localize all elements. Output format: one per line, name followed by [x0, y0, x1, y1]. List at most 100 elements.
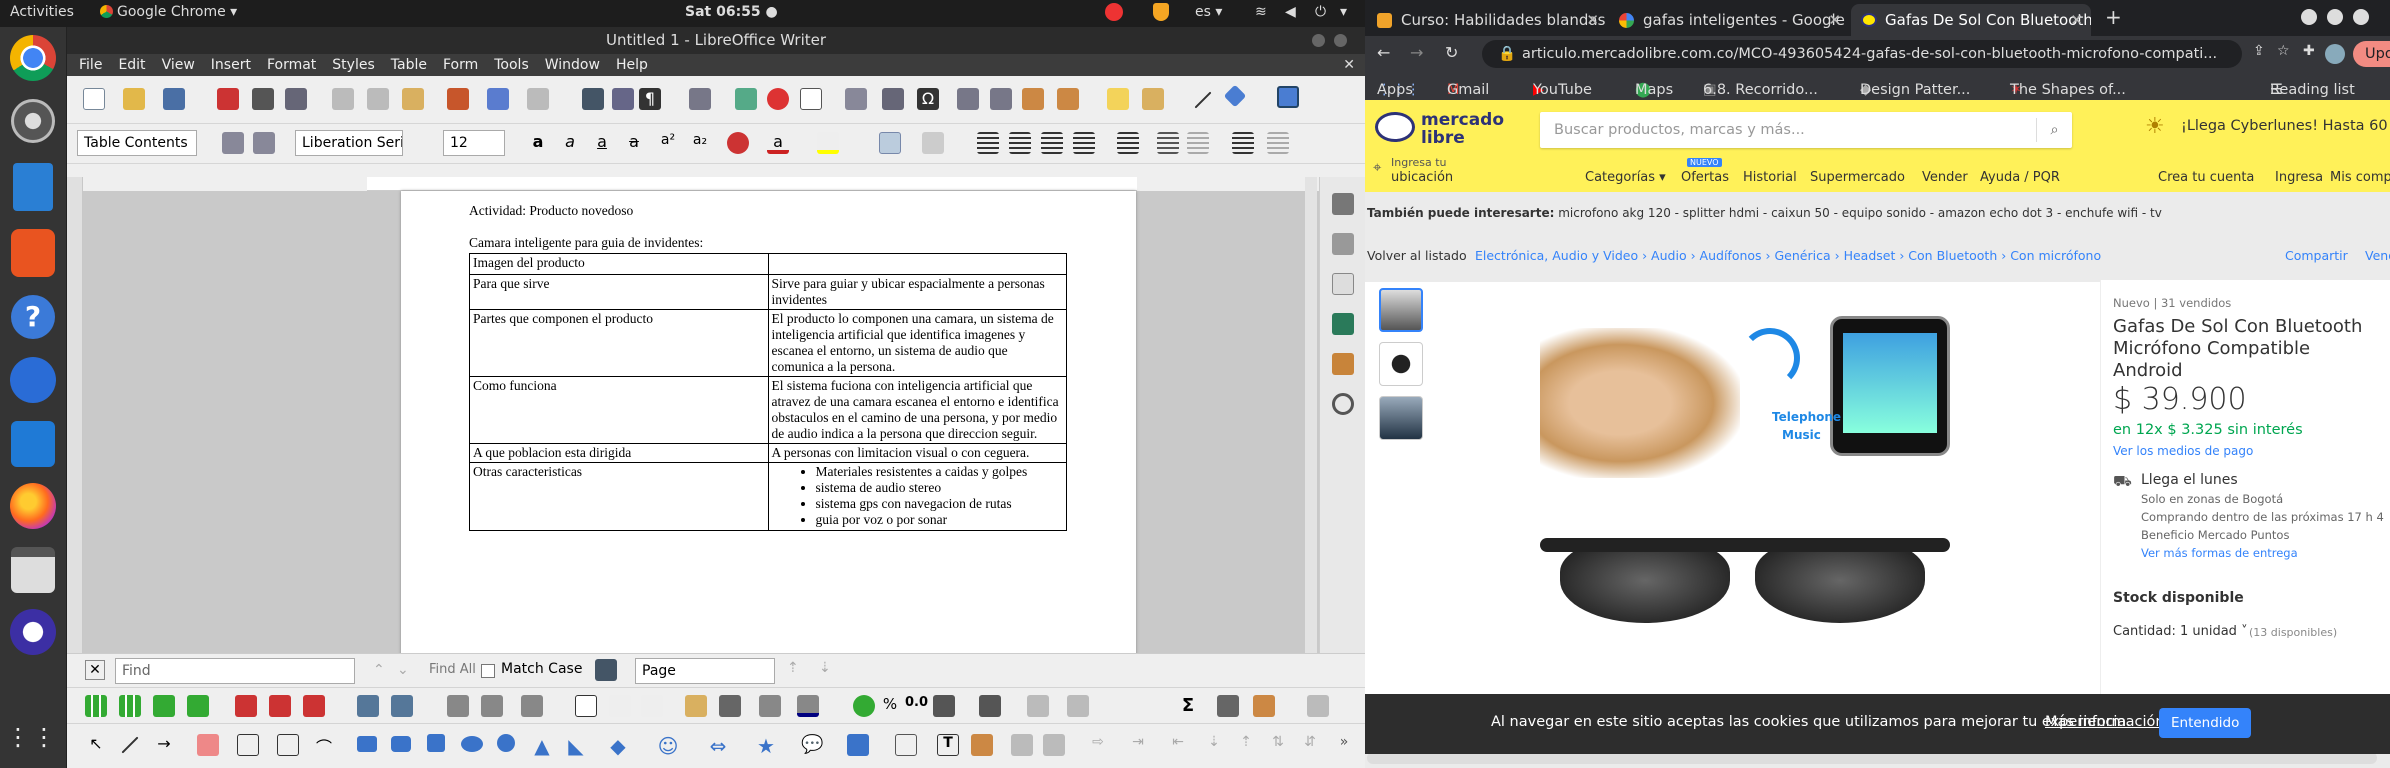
superscript-icon[interactable]: a² [657, 132, 679, 154]
shield-icon[interactable] [1153, 3, 1169, 21]
menu-file[interactable]: File [79, 57, 102, 73]
stars-icon[interactable]: ★ [755, 734, 777, 758]
align-bottom-icon[interactable] [641, 695, 663, 717]
font-size-select[interactable]: 12 [443, 130, 505, 156]
print-preview-icon[interactable] [285, 88, 307, 110]
forward-icon[interactable]: → [1410, 43, 1423, 62]
border-style-icon[interactable] [719, 695, 741, 717]
firefox-icon[interactable] [10, 483, 56, 529]
clear-formatting-icon[interactable] [727, 132, 749, 154]
close-find-icon[interactable]: ✕ [85, 660, 105, 680]
cross-ref-icon[interactable] [1057, 88, 1079, 110]
search-input[interactable]: Buscar productos, marcas y más... ⌕ [1540, 112, 2072, 148]
right-triangle-icon[interactable]: ◣ [565, 734, 587, 758]
number-format-currency-icon[interactable] [853, 695, 875, 717]
increase-paragraph-spacing-icon[interactable] [1157, 132, 1179, 154]
strikethrough-icon[interactable]: a [623, 132, 645, 154]
location-label[interactable]: Ingresa tu [1391, 156, 1447, 169]
callout-shapes-icon[interactable] [895, 734, 917, 756]
polygon-icon[interactable] [277, 734, 299, 756]
cookie-accept-button[interactable]: Entendido [2159, 708, 2252, 738]
insert-image-icon[interactable] [735, 88, 757, 110]
copy-icon[interactable] [367, 88, 389, 110]
writer-dock-icon[interactable] [13, 163, 53, 211]
nav-ofertas[interactable]: Ofertas [1681, 170, 1729, 185]
more-tools-icon[interactable]: » [1333, 734, 1355, 756]
special-char-icon[interactable]: Ω [917, 88, 939, 110]
close-tab-icon[interactable]: ✕ [1586, 4, 1599, 36]
menu-view[interactable]: View [162, 57, 195, 73]
window-maximize-icon[interactable] [2327, 9, 2343, 25]
percent-icon[interactable]: % [879, 695, 901, 717]
interest-links[interactable]: microfono akg 120 - splitter hdmi - caix… [1558, 206, 2162, 220]
page-break-icon[interactable] [845, 88, 867, 110]
search-scope-select[interactable]: Page [635, 658, 775, 684]
redo-icon[interactable] [527, 88, 549, 110]
print-icon[interactable] [252, 88, 274, 110]
callouts-icon[interactable]: 💬 [801, 734, 823, 756]
styles-icon[interactable] [1332, 273, 1354, 295]
new-doc-icon[interactable] [83, 88, 105, 110]
files-icon[interactable] [11, 547, 55, 593]
pilcrow-icon[interactable]: ¶ [639, 88, 661, 110]
spelling-icon[interactable] [612, 88, 634, 110]
align-left-icon[interactable] [977, 132, 999, 154]
language-indicator[interactable]: es ▾ [1195, 4, 1222, 20]
subscript-icon[interactable]: a₂ [689, 132, 711, 154]
match-case-checkbox[interactable] [481, 664, 495, 678]
merge-cells-icon[interactable] [447, 695, 469, 717]
select-table-icon[interactable] [357, 695, 379, 717]
bring-front-icon[interactable]: ⇣ [1203, 734, 1225, 756]
optimize-size-icon[interactable] [979, 695, 1001, 717]
nav-vender[interactable]: Vender [1922, 170, 1968, 185]
window-minimize-icon[interactable] [2301, 9, 2317, 25]
align-objects-icon[interactable]: ⇥ [1127, 734, 1149, 756]
menu-form[interactable]: Form [443, 57, 478, 73]
autoformat-icon[interactable] [1027, 695, 1049, 717]
promo-banner[interactable]: ¡Llega Cyberlunes! Hasta 60 [2181, 118, 2388, 134]
vscode-icon[interactable] [11, 421, 55, 467]
sort-icon[interactable] [1067, 695, 1089, 717]
undo-icon[interactable] [487, 88, 509, 110]
update-style-icon[interactable] [222, 132, 244, 154]
tab-curso[interactable]: Curso: Habilidades blandas ✕ [1367, 4, 1607, 36]
share-link[interactable]: Compartir [2285, 248, 2348, 263]
bookmark-icon[interactable] [1022, 88, 1044, 110]
no-entry-icon[interactable] [1105, 3, 1123, 21]
send-back-icon[interactable]: ⇡ [1235, 734, 1257, 756]
back-to-list-link[interactable]: Volver al listado [1367, 248, 1467, 263]
vertical-scrollbar[interactable] [1305, 177, 1317, 657]
cookie-more-link[interactable]: Más información. [2045, 714, 2169, 730]
track-changes-icon[interactable] [1142, 88, 1164, 110]
table-cell[interactable]: El producto lo componen una camara, un s… [767, 309, 1067, 377]
back-icon[interactable]: ← [1377, 43, 1390, 62]
table-cell[interactable]: Como funciona [469, 376, 769, 444]
font-color-icon[interactable]: a [767, 132, 789, 154]
triangle-icon[interactable]: ▲ [531, 734, 553, 758]
italic-icon[interactable]: a [559, 132, 581, 154]
insert-rows-below-icon[interactable] [119, 695, 141, 717]
area-color-icon[interactable] [797, 695, 819, 717]
table-cell[interactable]: Sirve para guiar y ubicar espacialmente … [767, 274, 1067, 310]
insert-table-icon[interactable] [689, 88, 711, 110]
select-cell-icon[interactable] [391, 695, 413, 717]
window-close-icon[interactable] [2353, 9, 2369, 25]
table-cell[interactable] [767, 253, 1067, 275]
payment-methods-link[interactable]: Ver los medios de pago [2113, 444, 2253, 458]
compass-icon[interactable] [1332, 393, 1354, 415]
arrow-line-icon[interactable]: → [153, 734, 175, 756]
tab-mercadolibre[interactable]: Gafas De Sol Con Bluetooth ✕ [1851, 4, 2091, 36]
draw-functions-icon[interactable] [1277, 86, 1299, 108]
line-spacing-icon[interactable] [1117, 132, 1139, 154]
flowchart-icon[interactable] [847, 734, 869, 756]
align-right-icon[interactable] [1041, 132, 1063, 154]
create-account-link[interactable]: Crea tu cuenta [2158, 170, 2254, 185]
page-icon[interactable] [1332, 233, 1354, 255]
rhythmbox-icon[interactable] [11, 99, 55, 143]
menu-insert[interactable]: Insert [211, 57, 251, 73]
align-top-icon[interactable] [575, 695, 597, 717]
insert-textbox-icon[interactable]: T [937, 734, 959, 756]
hyperlink-icon[interactable] [957, 88, 979, 110]
table-cell[interactable]: Otras caracteristicas [469, 462, 769, 531]
power-icon[interactable]: ⏻ [1315, 4, 1326, 20]
